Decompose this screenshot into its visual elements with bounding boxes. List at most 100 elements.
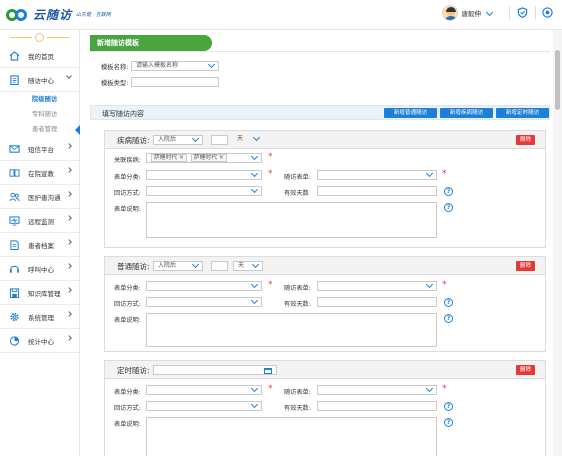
logo-mark-icon — [6, 8, 28, 22]
sidebar-item-label: 随访中心 — [28, 76, 54, 85]
valid-days-input[interactable] — [317, 186, 437, 196]
days-input[interactable] — [211, 261, 228, 271]
unit-select[interactable]: 天 — [233, 133, 263, 145]
app-logo[interactable]: 云随访 山东健 · 互联网 — [6, 6, 111, 23]
sidebar-subitem-patient-management[interactable]: 患者管理 — [0, 122, 79, 137]
avatar — [441, 5, 458, 21]
followup-form-label: 随访表单: — [284, 174, 311, 181]
sidebar-item-sms[interactable]: 短信平台 — [0, 137, 79, 161]
method-label: 回访方式: — [114, 301, 141, 308]
form-category-select[interactable] — [146, 169, 262, 180]
block-header: 定时随访: 删除 — [105, 361, 545, 379]
chevron-down-icon — [250, 280, 259, 289]
form-description-textarea[interactable] — [146, 202, 437, 238]
chevron-down-icon — [425, 280, 434, 289]
disease-tag[interactable]: 萨睡时代 × — [151, 154, 187, 162]
timing-select[interactable]: 入院后 — [153, 134, 203, 145]
template-name-placeholder: 请输入模板名称 — [136, 62, 179, 69]
method-label: 回访方式: — [114, 190, 141, 197]
help-icon[interactable]: ? — [444, 418, 453, 427]
help-icon[interactable]: ? — [444, 298, 453, 307]
delete-button[interactable]: 删除 — [516, 135, 535, 145]
info-icon[interactable] — [542, 7, 553, 18]
section-title: 填写随访内容 — [102, 110, 144, 118]
help-icon[interactable]: ? — [444, 203, 453, 212]
block-title: 疾病随访: — [117, 136, 150, 145]
method-select[interactable] — [146, 185, 262, 196]
unit-select[interactable]: 天 — [233, 260, 263, 271]
required-mark: * — [442, 169, 447, 179]
sidebar-ornament — [0, 30, 79, 44]
sidebar-item-education[interactable]: 在院宣教 — [0, 161, 79, 185]
form-description-textarea[interactable] — [146, 417, 437, 456]
pie-icon — [9, 335, 20, 346]
chevron-down-icon — [485, 8, 494, 16]
save-icon — [9, 287, 20, 298]
chevron-down-icon — [250, 169, 259, 178]
days-input[interactable] — [211, 135, 228, 145]
sidebar-item-communication[interactable]: 医护患沟通 — [0, 185, 79, 209]
delete-button[interactable]: 删除 — [516, 365, 535, 375]
add-normal-followup-button[interactable]: 新增普通随访 — [384, 108, 437, 118]
form-category-select[interactable] — [146, 384, 262, 395]
block-title: 普通随访: — [117, 262, 150, 271]
sidebar-item-call-center[interactable]: 呼叫中心 — [0, 257, 79, 281]
template-name-row: 模板名称: 请输入模板名称 — [101, 60, 219, 71]
followup-form-select[interactable] — [317, 280, 437, 291]
help-icon[interactable]: ? — [444, 402, 453, 411]
form-description-textarea[interactable] — [146, 313, 437, 347]
logo-subtitle: 山东健 · 互联网 — [76, 12, 111, 18]
followup-form-label: 随访表单: — [284, 389, 311, 396]
sidebar-item-followup-center[interactable]: 随访中心 — [0, 68, 79, 92]
chevron-right-icon — [66, 239, 72, 245]
chevron-down-icon — [252, 133, 261, 142]
required-mark: * — [268, 152, 273, 162]
scrollbar-thumb[interactable] — [555, 50, 560, 110]
form-category-select[interactable] — [146, 280, 262, 291]
mail-icon — [9, 144, 20, 153]
sidebar-subitem-specialty-followup[interactable]: 专科随访 — [0, 107, 79, 122]
method-select[interactable] — [146, 296, 262, 307]
sidebar-item-statistics[interactable]: 统计中心 — [0, 329, 79, 353]
delete-button[interactable]: 删除 — [516, 261, 535, 271]
valid-days-input[interactable] — [317, 297, 437, 307]
chevron-down-icon — [425, 169, 434, 178]
help-icon[interactable]: ? — [444, 187, 453, 196]
template-name-input[interactable]: 请输入模板名称 — [131, 60, 219, 71]
help-icon[interactable]: ? — [444, 314, 453, 323]
disease-tag[interactable]: 萨睡时代 × — [190, 154, 227, 162]
page-scrollbar[interactable] — [553, 30, 562, 456]
related-disease-select[interactable]: 萨睡时代 × 萨睡时代 × — [146, 152, 262, 163]
form-category-label: 表单分类: — [114, 174, 141, 181]
form-description-label: 表单说明: — [114, 421, 141, 428]
valid-days-input[interactable] — [317, 401, 437, 411]
chevron-right-icon — [66, 263, 72, 269]
active-marker — [75, 125, 80, 135]
add-disease-followup-button[interactable]: 新增疾病随访 — [440, 108, 493, 118]
date-picker-input[interactable] — [153, 365, 277, 375]
sidebar-item-knowledge-base[interactable]: 知识库管理 — [0, 281, 79, 305]
valid-days-label: 有效天数: — [284, 405, 311, 412]
template-type-input[interactable] — [131, 77, 219, 87]
sidebar-item-system-settings[interactable]: 系统管理 — [0, 305, 79, 329]
calendar-icon[interactable] — [264, 368, 272, 374]
add-timed-followup-button[interactable]: 新增定时随访 — [496, 108, 549, 118]
followup-form-select[interactable] — [317, 169, 437, 180]
sidebar-item-patient-records[interactable]: 患者档案 — [0, 233, 79, 257]
monitor-icon — [9, 215, 20, 225]
sidebar-item-home[interactable]: 我的首页 — [0, 44, 79, 68]
required-mark: * — [268, 169, 273, 179]
method-select[interactable] — [146, 400, 262, 411]
followup-form-select[interactable] — [317, 384, 437, 395]
sidebar-subitem-hospital-followup[interactable]: 院级随访 — [0, 92, 79, 107]
page-title: 新增随访模板 — [90, 35, 212, 51]
chevron-down-icon — [250, 152, 259, 161]
user-name: 唐毅伸 — [461, 10, 482, 18]
block-header: 疾病随访: 入院后 天 删除 — [105, 131, 545, 149]
disease-followup-block: 疾病随访: 入院后 天 删除 关联疾病: 萨睡时代 × 萨睡时代 × * 表单分… — [104, 130, 546, 248]
user-menu[interactable]: 唐毅伸 — [441, 5, 495, 21]
timing-select[interactable]: 入院后 — [153, 260, 203, 271]
sidebar-item-remote-monitoring[interactable]: 远程监测 — [0, 209, 79, 233]
shield-icon[interactable] — [517, 7, 528, 18]
required-mark: * — [268, 384, 273, 394]
